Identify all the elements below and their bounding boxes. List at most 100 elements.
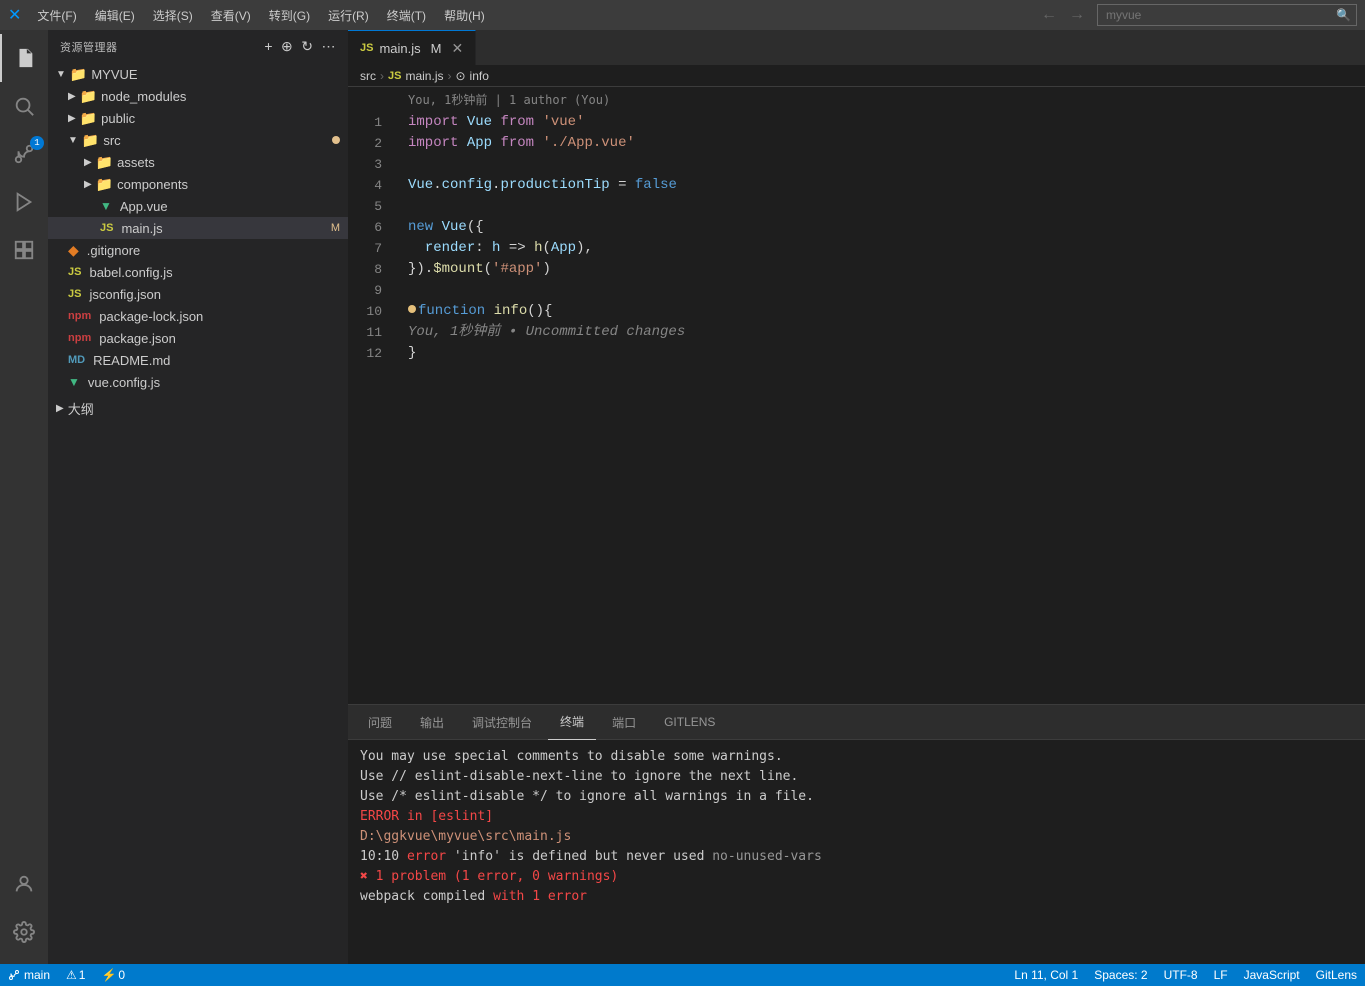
sidebar-header-icons: + ⊕ ↻ ⋯ — [264, 38, 336, 55]
status-encoding[interactable]: UTF-8 — [1156, 964, 1206, 986]
breadcrumb-mainjs[interactable]: main.js — [405, 69, 443, 83]
ghost-text: You, 1秒钟前 • Uncommitted changes — [408, 324, 685, 340]
line-content: render: h => h(App), — [408, 238, 1365, 259]
bottom-panel: 问题 输出 调试控制台 终端 端口 GITLENS You may use sp… — [348, 704, 1365, 964]
status-cursor[interactable]: Ln 11, Col 1 — [1006, 964, 1086, 986]
tab-main-js[interactable]: JS main.js M ✕ — [348, 30, 476, 65]
nav-back-button[interactable]: ← — [1037, 4, 1061, 26]
tree-item-public[interactable]: ▶ 📁 public — [48, 107, 348, 129]
activity-files[interactable] — [0, 34, 48, 82]
activity-bar: 1 — [0, 30, 48, 964]
status-warnings[interactable]: ⚡0 — [93, 964, 133, 986]
activity-account[interactable] — [0, 860, 48, 908]
line-content: import App from './App.vue' — [408, 133, 1365, 154]
tab-js-icon: JS — [360, 42, 373, 54]
panel-tab-terminal[interactable]: 终端 — [548, 705, 596, 740]
panel-tab-ports[interactable]: 端口 — [600, 705, 648, 740]
line-content: function info(){ — [408, 301, 1365, 322]
menu-run[interactable]: 运行(R) — [320, 5, 377, 26]
tree-label: vue.config.js — [88, 375, 348, 390]
menu-file[interactable]: 文件(F) — [29, 5, 84, 26]
editor-area: JS main.js M ✕ src › JS main.js › ⊙ info… — [348, 30, 1365, 964]
tree-label: package-lock.json — [99, 309, 348, 324]
activity-source-control[interactable]: 1 — [0, 130, 48, 178]
status-eol[interactable]: LF — [1206, 964, 1236, 986]
terminal-path-line: D:\ggkvue\myvue\src\main.js — [360, 828, 1353, 846]
line-content: } — [408, 343, 1365, 364]
code-line-12: 12 } — [348, 343, 1365, 364]
tree-item-src[interactable]: ▼ 📁 src — [48, 129, 348, 151]
activity-run[interactable] — [0, 178, 48, 226]
folder-icon: 📁 — [82, 132, 99, 149]
status-language[interactable]: JavaScript — [1236, 964, 1308, 986]
menu-bar: ✕ 文件(F) 编辑(E) 选择(S) 查看(V) 转到(G) 运行(R) 终端… — [0, 0, 1365, 30]
outline-label: 大纲 — [68, 399, 348, 418]
breadcrumb-sep2: › — [447, 69, 451, 83]
activity-search[interactable] — [0, 82, 48, 130]
tree-root-myvue[interactable]: ▼ 📁 MYVUE — [48, 63, 348, 85]
source-control-badge: 1 — [30, 136, 44, 150]
panel-tab-problems[interactable]: 问题 — [356, 705, 404, 740]
line-number: 7 — [348, 238, 398, 259]
menu-goto[interactable]: 转到(G) — [261, 5, 318, 26]
new-folder-icon[interactable]: ⊕ — [281, 38, 293, 55]
panel-content[interactable]: You may use special comments to disable … — [348, 740, 1365, 964]
new-file-icon[interactable]: + — [264, 38, 273, 55]
panel-tab-output[interactable]: 输出 — [408, 705, 456, 740]
tree-item-readme[interactable]: MD README.md — [48, 349, 348, 371]
status-branch[interactable]: main — [0, 964, 58, 986]
collapse-icon[interactable]: ⋯ — [322, 38, 337, 55]
tree-label: node_modules — [101, 89, 348, 104]
tree-label: jsconfig.json — [89, 287, 348, 302]
app-icon: ✕ — [8, 5, 21, 25]
menu-terminal[interactable]: 终端(T) — [379, 5, 434, 26]
tree-label: assets — [117, 155, 348, 170]
status-spaces[interactable]: Spaces: 2 — [1086, 964, 1155, 986]
activity-bar-bottom — [0, 860, 48, 964]
line-number: 8 — [348, 259, 398, 280]
menu-view[interactable]: 查看(V) — [203, 5, 259, 26]
tree-item-app-vue[interactable]: ▼ App.vue — [48, 195, 348, 217]
search-input[interactable] — [1097, 4, 1357, 26]
menu-help[interactable]: 帮助(H) — [436, 5, 493, 26]
panel-tab-debug[interactable]: 调试控制台 — [460, 705, 544, 740]
tree-item-package-json[interactable]: npm package.json — [48, 327, 348, 349]
breadcrumb-info[interactable]: info — [470, 69, 489, 83]
menu-edit[interactable]: 编辑(E) — [87, 5, 143, 26]
tree-item-node-modules[interactable]: ▶ 📁 node_modules — [48, 85, 348, 107]
activity-settings[interactable] — [0, 908, 48, 956]
menu-select[interactable]: 选择(S) — [145, 5, 201, 26]
tree-label: App.vue — [120, 199, 348, 214]
tree-item-babel-config[interactable]: JS babel.config.js — [48, 261, 348, 283]
main-layout: 1 资源管理器 + ⊕ ↻ ⋯ — [0, 30, 1365, 964]
tab-close-button[interactable]: ✕ — [452, 40, 464, 57]
tree-outline-section[interactable]: ▶ 大纲 — [48, 397, 348, 419]
status-gitlens[interactable]: GitLens — [1308, 964, 1365, 986]
line-content — [408, 280, 1365, 301]
breadcrumb: src › JS main.js › ⊙ info — [348, 65, 1365, 87]
panel-tab-gitlens[interactable]: GITLENS — [652, 705, 727, 740]
tree-item-main-js[interactable]: JS main.js M — [48, 217, 348, 239]
sidebar-title: 资源管理器 — [60, 39, 118, 55]
terminal-error-line: ERROR in [eslint] — [360, 808, 1353, 826]
tree-item-components[interactable]: ▶ 📁 components — [48, 173, 348, 195]
nav-forward-button[interactable]: → — [1065, 4, 1089, 26]
code-line-5: 5 — [348, 196, 1365, 217]
code-editor[interactable]: 1 import Vue from 'vue' 2 import App fro… — [348, 112, 1365, 704]
tab-bar: JS main.js M ✕ — [348, 30, 1365, 65]
tree-item-gitignore[interactable]: ◆ .gitignore — [48, 239, 348, 261]
tree-label: src — [103, 133, 328, 148]
tree-item-vue-config[interactable]: ▼ vue.config.js — [48, 371, 348, 393]
menu-bar-right: ← → 🔍 — [1037, 4, 1357, 26]
breadcrumb-src[interactable]: src — [360, 69, 376, 83]
js-file-icon: JS — [68, 288, 81, 300]
tree-item-package-lock[interactable]: npm package-lock.json — [48, 305, 348, 327]
refresh-icon[interactable]: ↻ — [301, 38, 313, 55]
folder-arrow-icon: ▶ — [84, 179, 92, 190]
status-errors[interactable]: ⚠1 — [58, 964, 93, 986]
tree-item-assets[interactable]: ▶ 📁 assets — [48, 151, 348, 173]
tab-modified-indicator: M — [431, 41, 442, 56]
tree-item-jsconfig[interactable]: JS jsconfig.json — [48, 283, 348, 305]
line-number: 3 — [348, 154, 398, 175]
activity-extensions[interactable] — [0, 226, 48, 274]
